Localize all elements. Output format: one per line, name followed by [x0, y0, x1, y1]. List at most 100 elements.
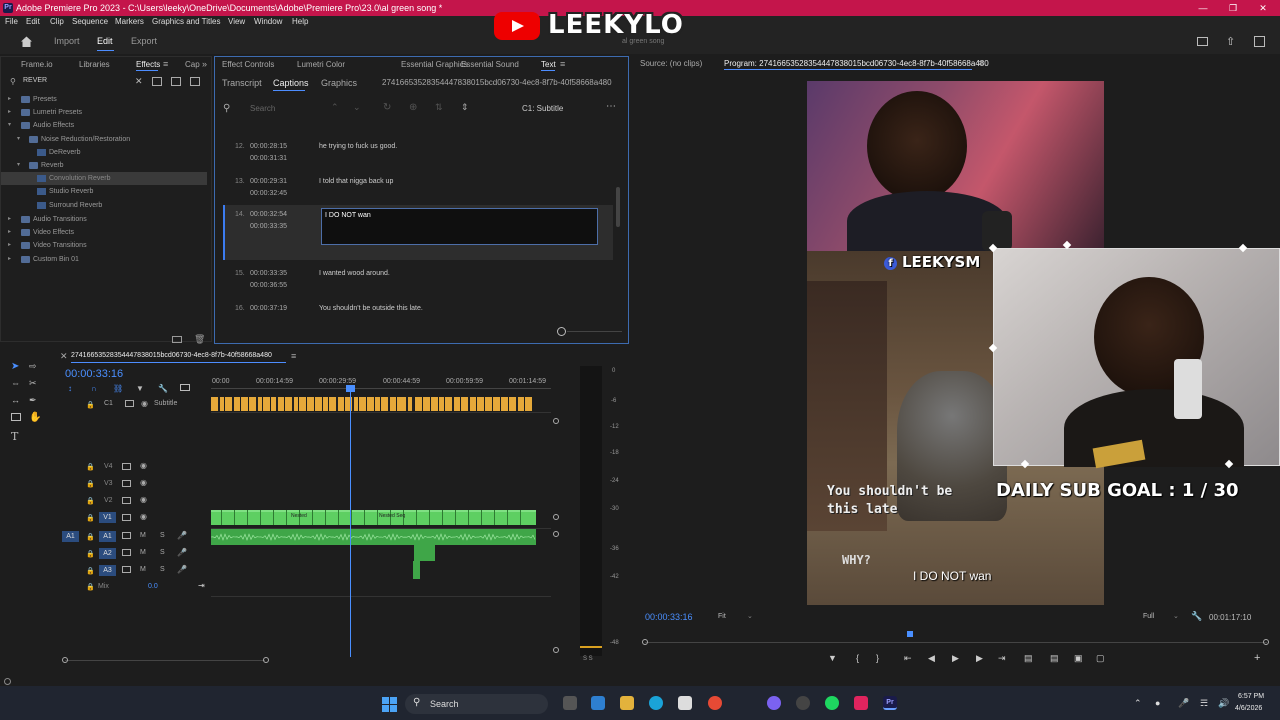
delete-icon[interactable]: 🗑	[194, 334, 205, 345]
eye-icon[interactable]: ◉	[140, 478, 147, 487]
add-marker-icon[interactable]: ▼	[828, 653, 837, 663]
prev-result-icon[interactable]: ⌃	[331, 102, 339, 113]
mark-in-icon[interactable]: {	[856, 653, 859, 663]
mic-icon[interactable]: 🎤	[177, 565, 187, 574]
tab-effects[interactable]: Effects	[136, 60, 160, 69]
solo-button[interactable]: S	[160, 532, 165, 539]
track-label-a3[interactable]: A3	[99, 565, 116, 576]
hand-tool-icon[interactable]: ✋	[29, 412, 41, 423]
tree-item-convolution-reverb[interactable]: Convolution Reverb	[1, 172, 207, 185]
caption-search-input[interactable]: Search	[250, 104, 275, 113]
fullscreen-icon[interactable]	[1254, 36, 1265, 47]
track-scroll-handle[interactable]	[553, 647, 559, 653]
eye-icon[interactable]: ◉	[141, 399, 148, 408]
taskbar-search-box[interactable]: ⚲ Search	[405, 694, 548, 714]
solo-button[interactable]: S	[160, 549, 165, 556]
add-marker-timeline-icon[interactable]: ▼	[136, 384, 144, 393]
sync-lock-icon[interactable]	[122, 463, 131, 470]
lock-icon[interactable]: 🔒	[86, 533, 95, 541]
go-to-in-icon[interactable]: ⇤	[904, 653, 912, 664]
a3-audio-clip[interactable]	[413, 561, 420, 579]
new-bin-icon[interactable]	[172, 336, 182, 343]
source-patch-a1[interactable]: A1	[62, 531, 79, 542]
button-editor-icon[interactable]: +	[1254, 652, 1260, 664]
timeline-zoom-bar[interactable]	[65, 660, 265, 661]
program-menu-icon[interactable]: ≡	[978, 58, 983, 68]
eye-icon[interactable]: ◉	[140, 512, 147, 521]
mic-icon[interactable]: 🎤	[177, 531, 187, 540]
resolution-dropdown[interactable]: Full	[1143, 613, 1154, 620]
source-monitor-tab[interactable]: Source: (no clips)	[640, 59, 702, 68]
lock-icon[interactable]: 🔒	[86, 583, 95, 591]
menu-window[interactable]: Window	[254, 17, 282, 26]
razor-tool-icon[interactable]: ✂	[29, 378, 37, 389]
effects-search-input[interactable]: REVER	[23, 77, 141, 88]
clock-date[interactable]: 4/6/2026	[1235, 705, 1262, 712]
merge-caption-icon[interactable]: ⇕	[461, 102, 469, 113]
accelerated-effects-icon[interactable]	[152, 77, 162, 86]
windows-start-icon[interactable]	[382, 697, 397, 712]
eye-icon[interactable]: ◉	[140, 461, 147, 470]
premiere-taskbar-icon[interactable]: Pr	[883, 696, 897, 710]
tray-app-icon[interactable]: ●	[1155, 698, 1160, 708]
lock-icon[interactable]: 🔒	[86, 514, 95, 522]
selection-tool-icon[interactable]: ➤	[11, 361, 19, 372]
export-frame-icon[interactable]: ▣	[1074, 653, 1083, 664]
zoom-slider-handle[interactable]	[557, 327, 566, 336]
meter-solo-buttons[interactable]: S S	[583, 656, 593, 662]
tab-lumetri-color[interactable]: Lumetri Color	[297, 60, 345, 69]
type-tool-icon[interactable]: T	[11, 430, 18, 443]
tab-import[interactable]: Import	[54, 36, 80, 46]
tree-item-video-transitions[interactable]: ▸ Video Transitions	[1, 239, 207, 252]
timeline-timecode[interactable]: 00:00:33:16	[65, 368, 123, 380]
track-select-tool-icon[interactable]: ⇨	[29, 361, 37, 372]
caption-row-12[interactable]: 12. 00:00:28:15 00:00:31:31 he trying to…	[223, 138, 621, 168]
tab-essential-sound[interactable]: Essential Sound	[461, 60, 519, 69]
tab-export[interactable]: Export	[131, 36, 157, 46]
tab-libraries[interactable]: Libraries	[79, 60, 110, 69]
mic-icon[interactable]: 🎤	[177, 548, 187, 557]
tree-item-surround-reverb[interactable]: Surround Reverb	[1, 199, 207, 212]
sync-lock-icon[interactable]	[122, 514, 131, 521]
ripple-edit-tool-icon[interactable]: ⇔	[11, 378, 20, 388]
menu-markers[interactable]: Markers	[115, 17, 144, 26]
store-icon[interactable]	[678, 696, 692, 710]
track-scroll-handle[interactable]	[553, 531, 559, 537]
caption-row-15[interactable]: 15. 00:00:33:35 00:00:36:55 I wanted woo…	[223, 265, 621, 295]
step-forward-icon[interactable]: ▶	[976, 653, 983, 664]
caption-row-14-selected[interactable]: 14. 00:00:32:54 00:00:33:35 I DO NOT wan	[223, 205, 613, 260]
minimize-button[interactable]: —	[1188, 0, 1218, 16]
tab-captions-short[interactable]: Cap	[185, 60, 200, 69]
copilot-icon[interactable]	[591, 696, 605, 710]
zoom-slider-track[interactable]	[567, 331, 622, 332]
menu-clip[interactable]: Clip	[50, 17, 64, 26]
caption-text-editor[interactable]: I DO NOT wan	[321, 208, 598, 245]
sync-lock-icon[interactable]	[122, 566, 131, 573]
tree-item-presets[interactable]: ▸ Presets	[1, 93, 207, 106]
slip-tool-icon[interactable]: ↔	[11, 395, 20, 405]
step-back-icon[interactable]: ◀	[928, 653, 935, 664]
track-scroll-handle[interactable]	[553, 514, 559, 520]
extract-icon[interactable]: ▤	[1050, 653, 1059, 664]
workspaces-icon[interactable]	[1197, 37, 1208, 46]
lock-icon[interactable]: 🔒	[86, 497, 95, 505]
home-icon[interactable]	[20, 35, 33, 48]
mute-button[interactable]: M	[140, 549, 146, 556]
timeline-playhead[interactable]	[350, 385, 351, 657]
tiktok-icon[interactable]	[854, 696, 868, 710]
track-label-v4[interactable]: V4	[104, 463, 113, 470]
spotify-icon[interactable]	[825, 696, 839, 710]
task-view-icon[interactable]	[563, 696, 577, 710]
menu-edit[interactable]: Edit	[26, 17, 40, 26]
microphone-tray-icon[interactable]: 🎤	[1178, 698, 1189, 709]
maximize-button[interactable]: ❐	[1218, 0, 1248, 16]
tree-item-custom-bin[interactable]: ▸ Custom Bin 01	[1, 253, 207, 266]
tree-item-dereverb[interactable]: DeReverb	[1, 146, 207, 159]
insert-nested-icon[interactable]: ↕	[68, 384, 72, 393]
caption-row-16[interactable]: 16. 00:00:37:19 You shouldn't be outside…	[223, 300, 621, 330]
eye-icon[interactable]: ◉	[140, 495, 147, 504]
tree-item-video-effects[interactable]: ▸ Video Effects	[1, 226, 207, 239]
zoom-end-handle[interactable]	[263, 657, 269, 663]
program-timecode[interactable]: 00:00:33:16	[645, 612, 693, 622]
sync-lock-icon[interactable]	[122, 497, 131, 504]
